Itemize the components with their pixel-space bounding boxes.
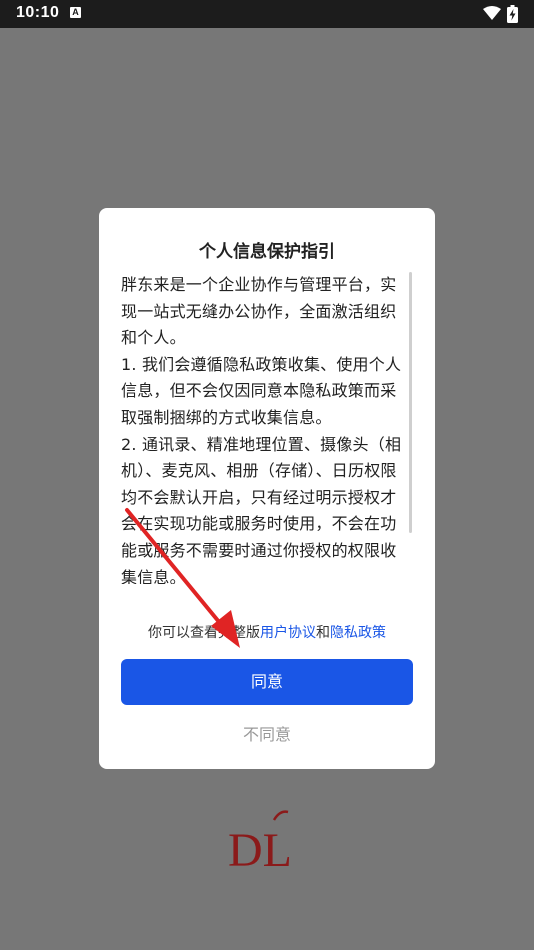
policy-paragraph: 胖东来是一个企业协作与管理平台，实现一站式无缝办公协作，全面激活组织和个人。 xyxy=(121,275,397,348)
privacy-policy-link[interactable]: 隐私政策 xyxy=(330,625,386,641)
policy-paragraph: 2. 通讯录、精准地理位置、摄像头（相机）、麦克风、相册（存储）、日历权限均不会… xyxy=(121,434,402,584)
policy-text: 胖东来是一个企业协作与管理平台，实现一站式无缝办公协作，全面激活组织和个人。 1… xyxy=(121,272,411,584)
agree-button[interactable]: 同意 xyxy=(121,659,413,705)
scrollbar[interactable] xyxy=(409,272,412,533)
links-prefix: 你可以查看完整版 xyxy=(148,625,260,641)
brand-logo-mark: DL xyxy=(228,810,292,877)
logo-text: DL xyxy=(228,824,292,872)
disagree-button[interactable]: 不同意 xyxy=(121,722,413,748)
user-agreement-link[interactable]: 用户协议 xyxy=(260,625,316,641)
brand-logo: DL xyxy=(226,808,308,877)
policy-paragraph: 1. 我们会遵循隐私政策收集、使用个人信息，但不会仅因同意本隐私政策而采取强制捆… xyxy=(121,354,402,427)
privacy-dialog: 个人信息保护指引 胖东来是一个企业协作与管理平台，实现一站式无缝办公协作，全面激… xyxy=(99,208,435,769)
notification-icon: A xyxy=(70,7,81,18)
policy-links-line: 你可以查看完整版用户协议和隐私政策 xyxy=(99,622,435,642)
battery-charging-icon xyxy=(507,5,518,23)
dialog-title: 个人信息保护指引 xyxy=(199,242,335,262)
links-conjunction: 和 xyxy=(316,625,330,641)
policy-scroll-area[interactable]: 胖东来是一个企业协作与管理平台，实现一站式无缝办公协作，全面激活组织和个人。 1… xyxy=(121,272,411,584)
wifi-icon xyxy=(483,6,501,20)
status-time: 10:10 xyxy=(16,4,60,21)
status-bar: 10:10 A xyxy=(0,0,534,28)
